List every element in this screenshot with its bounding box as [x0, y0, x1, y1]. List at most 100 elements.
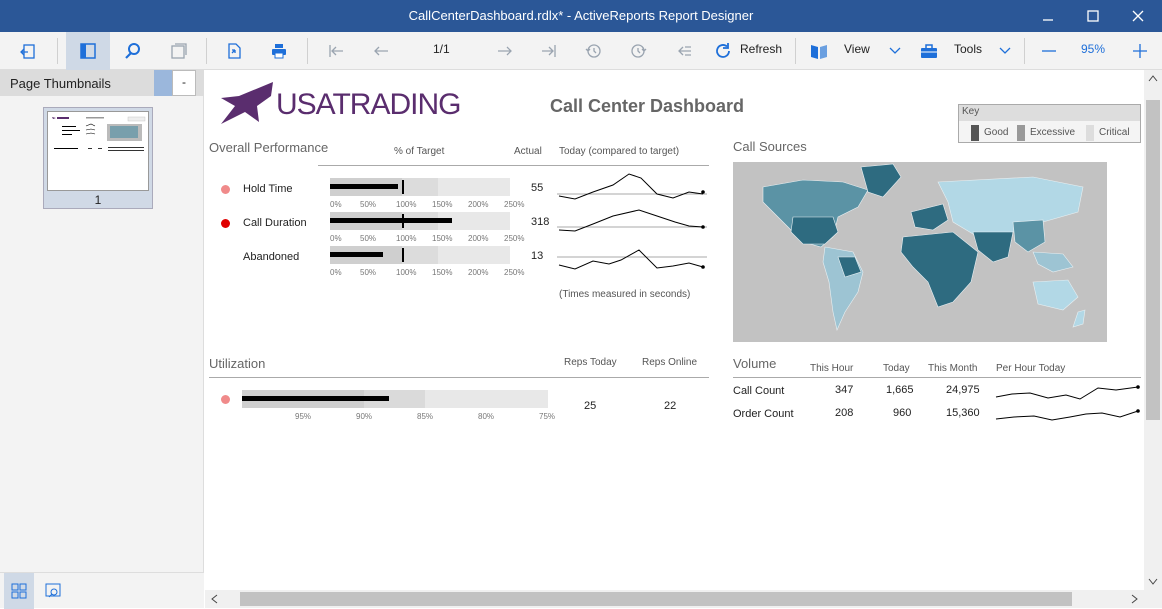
- vertical-scrollbar[interactable]: [1144, 70, 1162, 590]
- tick-label: 0%: [330, 268, 342, 277]
- sidebar-icon: [80, 43, 96, 59]
- key-title: Key: [959, 105, 1140, 121]
- thumbnails-panel: Page Thumbnails - 1: [0, 70, 204, 609]
- print-button[interactable]: [261, 32, 297, 70]
- tools-dropdown[interactable]: [995, 32, 1015, 70]
- report-title: Call Center Dashboard: [550, 96, 745, 116]
- vol-col-month: This Month: [928, 363, 978, 374]
- target-bullet-chart: [330, 212, 510, 230]
- key-critical: Critical: [1099, 127, 1130, 138]
- toolbar: 1/1 Refresh View Tools 95%: [0, 32, 1162, 70]
- utilization-title: Utilization: [209, 356, 266, 371]
- tick-label: 50%: [360, 268, 377, 277]
- view-menu-button[interactable]: View: [844, 42, 870, 56]
- history-icon: [585, 44, 601, 58]
- last-page-icon: [542, 45, 556, 57]
- tick-label: 50%: [360, 234, 377, 243]
- back-to-parent-button[interactable]: [10, 32, 46, 70]
- overall-performance-title: Overall Performance: [209, 140, 329, 155]
- refresh-icon-wrap[interactable]: [712, 32, 734, 70]
- tick-label: 100%: [396, 268, 417, 277]
- call-sources-title: Call Sources: [733, 139, 807, 154]
- target-marker: [402, 180, 404, 194]
- volume-row-today: 960: [893, 407, 912, 419]
- view-icon-wrap[interactable]: [806, 32, 832, 70]
- company-logo-text: USATRADING: [276, 88, 461, 121]
- volume-row-hour: 208: [835, 407, 854, 419]
- search-results-icon: [45, 583, 61, 598]
- search-results-tab[interactable]: [38, 573, 68, 609]
- zoom-out-button[interactable]: [1034, 32, 1064, 70]
- refresh-icon: [716, 43, 730, 58]
- col-today-header: Today (compared to target): [559, 146, 680, 157]
- volume-row-label: Call Count: [733, 385, 785, 397]
- tick-label: 85%: [417, 412, 434, 421]
- refresh-button[interactable]: Refresh: [740, 42, 782, 56]
- previous-page-button[interactable]: [363, 32, 399, 70]
- volume-row-label: Order Count: [733, 408, 794, 420]
- chevron-left-icon: [211, 594, 218, 604]
- target-bullet-chart: [330, 178, 510, 196]
- history-back-button[interactable]: [575, 32, 611, 70]
- first-page-button[interactable]: [318, 32, 354, 70]
- metric-label: Abandoned: [243, 251, 300, 263]
- toolbox-icon: [921, 44, 937, 58]
- target-marker: [402, 214, 404, 228]
- view-dropdown[interactable]: [885, 32, 905, 70]
- zoom-level[interactable]: 95%: [1081, 42, 1105, 56]
- thumbnails-tab[interactable]: [4, 573, 34, 609]
- vertical-scroll-thumb[interactable]: [1146, 100, 1160, 420]
- parameters-button[interactable]: [160, 32, 196, 70]
- title-bar: CallCenterDashboard.rdlx* - ActiveReport…: [0, 0, 1162, 32]
- page-indicator[interactable]: 1/1: [433, 42, 450, 56]
- page-thumbnail[interactable]: 1: [43, 107, 153, 209]
- maximize-button[interactable]: [1070, 0, 1116, 32]
- thumbnails-icon: [11, 583, 27, 599]
- history-forward-button[interactable]: [621, 32, 657, 70]
- tick-label: 250%: [504, 234, 525, 243]
- back-to-parent-report-button[interactable]: [666, 32, 702, 70]
- reps-online-value: 22: [664, 400, 677, 412]
- tools-icon-wrap[interactable]: [916, 32, 942, 70]
- status-dot: [221, 219, 230, 228]
- thumbnail-preview: [47, 111, 149, 191]
- horizontal-scrollbar[interactable]: [205, 590, 1162, 608]
- chevron-right-icon: [1131, 594, 1138, 604]
- search-icon: [125, 43, 140, 59]
- maximize-icon: [1087, 10, 1099, 22]
- horizontal-scroll-thumb[interactable]: [240, 592, 1072, 606]
- tick-label: 200%: [468, 234, 489, 243]
- key-legend: Key Good Excessive Critical: [958, 104, 1141, 143]
- key-good: Good: [984, 127, 1009, 138]
- tick-label: 50%: [360, 200, 377, 209]
- collapse-panel-button[interactable]: -: [172, 70, 196, 96]
- world-map: [733, 162, 1107, 342]
- chevron-up-icon: [1148, 75, 1158, 82]
- chevron-down-icon: [999, 47, 1011, 54]
- next-page-button[interactable]: [487, 32, 523, 70]
- close-icon: [1132, 10, 1144, 22]
- key-excessive: Excessive: [1030, 127, 1076, 138]
- target-bullet-chart: [330, 246, 510, 264]
- minus-icon: [1042, 50, 1056, 52]
- utilization-bullet-chart: [242, 390, 548, 408]
- plus-icon: [1133, 44, 1147, 58]
- volume-row-hour: 347: [835, 384, 854, 396]
- tick-label: 250%: [504, 268, 525, 277]
- volume-row-month: 15,360: [946, 407, 980, 419]
- export-button[interactable]: [216, 32, 252, 70]
- value-bar: [330, 252, 383, 257]
- reps-online-header: Reps Online: [642, 357, 698, 368]
- tick-label: 0%: [330, 234, 342, 243]
- metric-label: Call Duration: [243, 217, 307, 229]
- arrow-left-icon: [374, 46, 388, 56]
- tools-menu-button[interactable]: Tools: [954, 42, 982, 56]
- close-button[interactable]: [1115, 0, 1161, 32]
- history-forward-icon: [631, 44, 647, 58]
- minimize-button[interactable]: [1025, 0, 1071, 32]
- find-button[interactable]: [115, 32, 151, 70]
- tick-label: 100%: [396, 234, 417, 243]
- last-page-button[interactable]: [531, 32, 567, 70]
- toggle-sidebar-button[interactable]: [66, 32, 110, 70]
- zoom-in-button[interactable]: [1125, 32, 1155, 70]
